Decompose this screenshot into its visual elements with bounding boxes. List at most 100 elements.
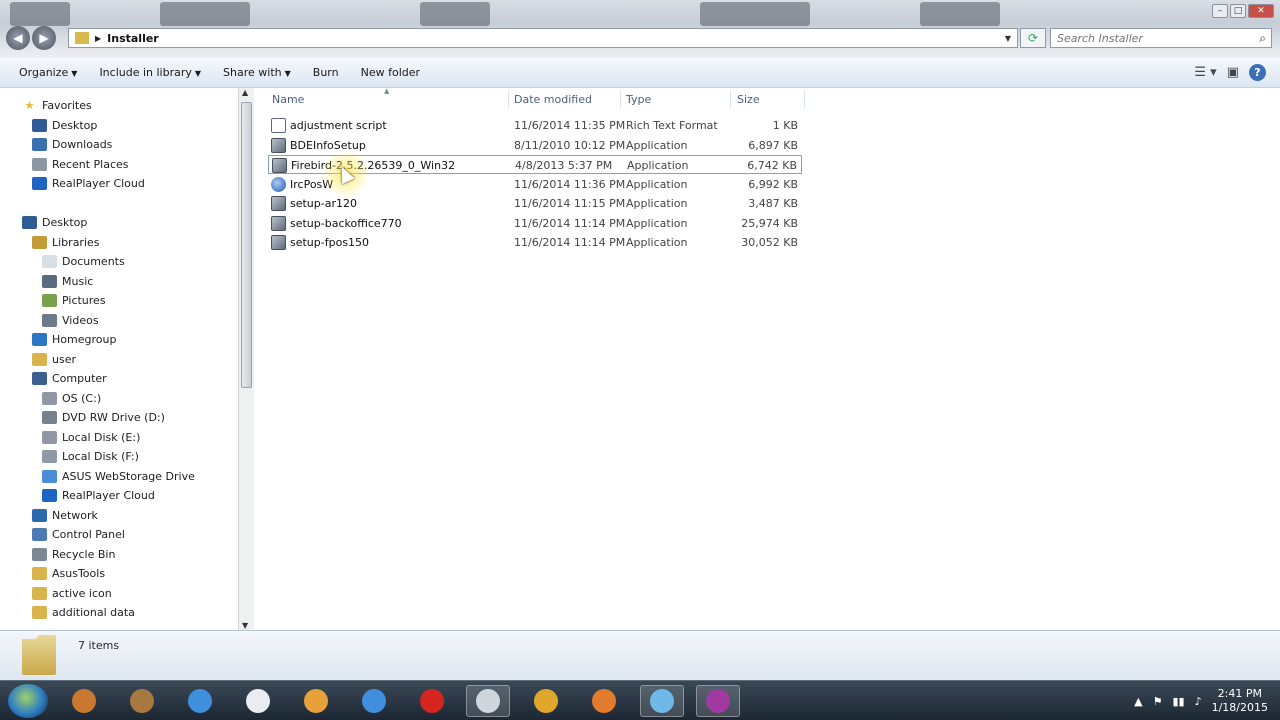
skype-icon [650,689,674,713]
nav-item-asustools[interactable]: AsusTools [32,564,105,583]
file-name: setup-fpos150 [290,236,370,249]
taskbar-button-file-explorer[interactable] [466,685,510,717]
column-header-date-modified[interactable]: Date modified [514,93,592,106]
nav-item-active-icon[interactable]: active icon [32,584,112,603]
back-button[interactable]: ◀ [6,26,30,50]
nav-item-realplayer-cloud[interactable]: RealPlayer Cloud [42,486,155,505]
share-with-button[interactable]: Share with ▼ [216,63,298,82]
burn-button[interactable]: Burn [306,63,346,82]
maximize-button[interactable]: □ [1230,4,1246,18]
nav-item-realplayer-cloud[interactable]: RealPlayer Cloud [32,174,145,193]
include-in-library-button[interactable]: Include in library ▼ [92,63,208,82]
nav-item-local-disk-f[interactable]: Local Disk (F:) [42,447,139,466]
taskbar-button-internet-explorer[interactable] [352,685,396,717]
music-icon [42,275,57,288]
volume-icon[interactable]: ♪ [1195,695,1202,708]
nav-item-desktop[interactable]: Desktop [32,116,97,135]
nav-item-videos[interactable]: Videos [42,311,99,330]
network-status-icon[interactable]: ⚑ [1153,695,1163,708]
installer-icon [271,235,286,250]
nav-item-control-panel[interactable]: Control Panel [32,525,125,544]
search-box[interactable]: ⌕ [1050,28,1272,48]
view-options-icon[interactable]: ☰ ▾ [1194,65,1216,80]
media-player-icon [72,689,96,713]
file-name: BDEInfoSetup [290,138,366,152]
column-divider[interactable] [620,90,621,108]
document-icon [271,118,286,133]
preview-pane-icon[interactable]: ▣ [1227,65,1239,80]
file-row[interactable]: adjustment script 11/6/2014 11:35 PM Rich … [268,116,802,135]
aero-glass-decoration [160,2,250,26]
nav-item-os-c[interactable]: OS (C:) [42,389,101,408]
taskbar-button-app[interactable] [696,685,740,717]
photo-viewer-icon [130,689,154,713]
nav-item-network[interactable]: Network [32,506,98,525]
taskbar-button-opera[interactable] [410,685,454,717]
taskbar-button-photo-viewer[interactable] [120,685,164,717]
file-type: Rich Text Format [626,119,718,132]
nav-item-pictures[interactable]: Pictures [42,291,106,310]
file-name: setup-ar120 [290,197,357,210]
taskbar-button-media-player[interactable] [62,685,106,717]
file-type: Application [626,216,688,230]
taskbar-button-calculator[interactable] [236,685,280,717]
column-divider[interactable] [730,90,731,108]
nav-item-libraries[interactable]: Libraries [32,233,100,252]
scrollbar-thumb[interactable] [241,102,252,388]
nav-item-homegroup[interactable]: Homegroup [32,330,116,349]
nav-item-downloads[interactable]: Downloads [32,135,112,154]
breadcrumb-separator-icon[interactable]: ▶ [95,34,101,43]
column-header-type[interactable]: Type [626,93,651,106]
refresh-button[interactable]: ⟳ [1020,28,1046,48]
scroll-down-icon[interactable]: ▼ [242,621,248,630]
navigation-scrollbar[interactable]: ▲ ▼ [238,88,254,630]
nav-item-desktop[interactable]: Desktop [22,213,87,232]
nav-item-additional-data[interactable]: additional data [32,603,135,622]
nav-item-documents[interactable]: Documents [42,252,125,271]
address-bar[interactable]: ▶ Installer ▼ [68,28,1018,48]
nav-item-favorites[interactable]: ★ Favorites [22,96,92,115]
file-row[interactable]: setup-fpos150 11/6/2014 11:14 PM Applicati… [268,233,802,252]
start-button[interactable] [8,684,48,718]
taskbar-button-paint[interactable] [294,685,338,717]
clock[interactable]: 2:41 PM 1/18/2015 [1212,687,1268,715]
nav-item-music[interactable]: Music [42,272,93,291]
new-folder-button[interactable]: New folder [354,63,427,82]
folder-icon [32,587,47,600]
nav-item-recent-places[interactable]: Recent Places [32,155,129,174]
column-divider[interactable] [804,90,805,108]
nav-item-computer[interactable]: Computer [32,369,107,388]
breadcrumb-installer[interactable]: Installer [107,32,159,45]
help-icon[interactable]: ? [1249,64,1266,81]
file-type: Application [626,197,688,210]
nav-item-label: Desktop [52,119,98,132]
search-icon[interactable]: ⌕ [1259,31,1266,46]
forward-button[interactable]: ▶ [32,26,56,50]
nav-item-recycle-bin[interactable]: Recycle Bin [32,545,115,564]
minimize-button[interactable]: – [1212,4,1228,18]
app-globe-icon [271,176,286,192]
nav-item-asus-webstorage-drive[interactable]: ASUS WebStorage Drive [42,467,195,486]
nav-item-local-disk-e[interactable]: Local Disk (E:) [42,428,140,447]
nav-item-dvd-rw-drive-d[interactable]: DVD RW Drive (D:) [42,408,165,427]
nav-item-label: RealPlayer Cloud [52,177,145,190]
search-input[interactable] [1057,31,1247,45]
taskbar-button-chrome[interactable] [524,685,568,717]
item-count: 7 items [78,639,120,652]
file-size: 30,052 KB [741,236,798,249]
signal-icon[interactable]: ▮▮ [1172,695,1184,708]
nav-item-user[interactable]: user [32,350,76,369]
taskbar-button-internet-explorer[interactable] [178,685,222,717]
organize-button[interactable]: Organize ▼ [12,63,84,82]
show-hidden-icons-icon[interactable]: ▲ [1134,695,1142,708]
taskbar-button-skype[interactable] [640,685,684,717]
scroll-up-icon[interactable]: ▲ [242,88,248,97]
close-button[interactable]: ✕ [1248,4,1274,18]
column-header-name[interactable]: Name [272,93,304,106]
file-row[interactable]: setup-backoffice770 11/6/2014 11:14 PM App… [268,214,802,233]
column-header-size[interactable]: Size [737,93,760,106]
taskbar-button-firefox[interactable] [582,685,626,717]
downloads-icon [32,138,47,151]
chevron-down-icon[interactable]: ▼ [1005,34,1011,43]
column-divider[interactable] [508,90,509,108]
